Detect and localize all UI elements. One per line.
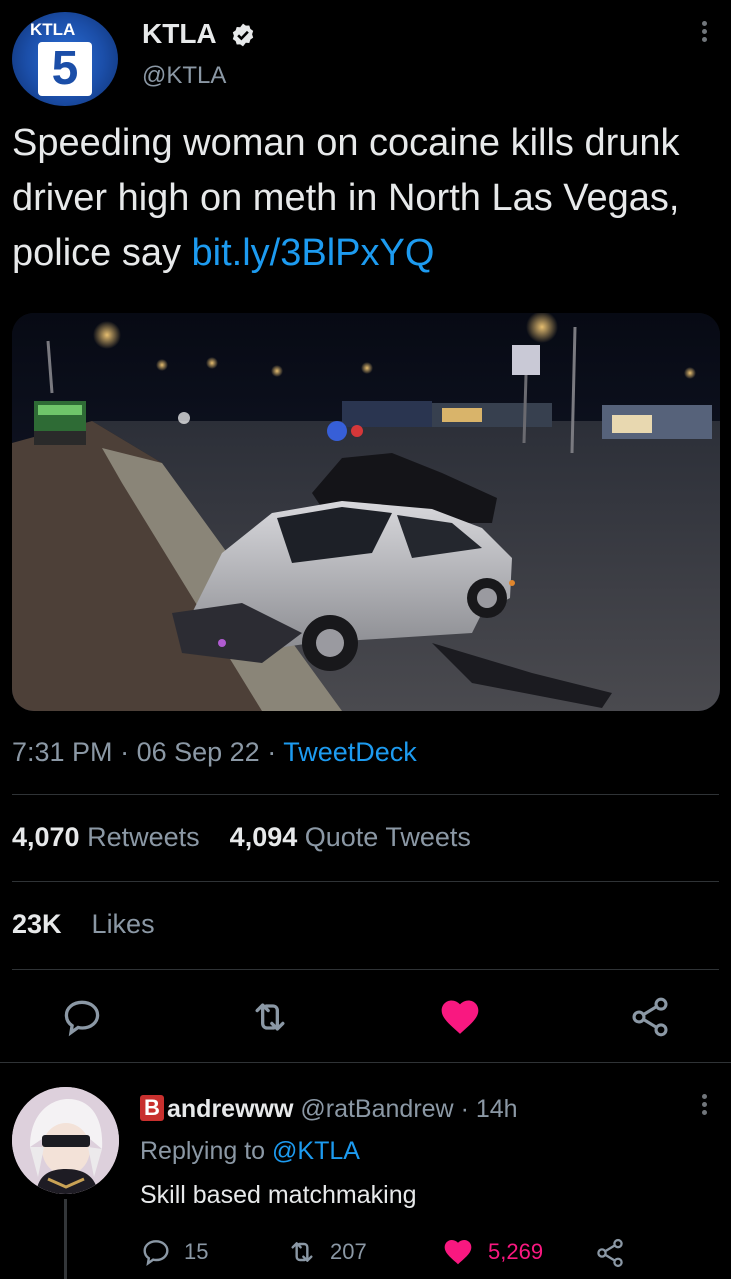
replying-to-handle[interactable]: @KTLA — [272, 1137, 360, 1165]
tweet-timestamp[interactable]: 7:31 PM · 06 Sep 22 · TweetDeck — [12, 737, 417, 768]
quotes-label: Quote Tweets — [304, 822, 471, 852]
tweet-photo[interactable] — [12, 313, 720, 711]
reply-avatar[interactable] — [12, 1087, 119, 1194]
avatar-logo-text: KTLA — [30, 20, 76, 39]
reply-retweet-button[interactable]: 207 — [286, 1235, 367, 1269]
tweet-source[interactable]: TweetDeck — [283, 737, 417, 767]
heart-filled-icon[interactable] — [438, 995, 482, 1039]
avatar-logo-number: 5 — [51, 42, 79, 95]
reply-icon — [143, 1240, 169, 1266]
retweet-quote-stats: 4,070 Retweets 4,094 Quote Tweets — [12, 822, 471, 853]
retweets-count: 4,070 — [12, 822, 80, 852]
retweet-icon[interactable] — [248, 995, 292, 1039]
tweet-header: KTLA 5 KTLA @KTLA — [0, 0, 731, 110]
tweet-date: 06 Sep 22 — [136, 737, 260, 767]
reply-like-count: 5,269 — [488, 1239, 544, 1264]
heart-filled-icon — [444, 1240, 472, 1265]
divider — [12, 794, 719, 795]
likes-count: 23K — [12, 909, 62, 939]
reply-handle[interactable]: @ratBandrew — [300, 1095, 453, 1123]
avatar-logo-box: 5 — [38, 42, 92, 96]
likes-stats: 23K Likes — [12, 909, 155, 940]
tweet-link[interactable]: bit.ly/3BlPxYQ — [192, 232, 435, 274]
share-icon[interactable] — [594, 1237, 626, 1269]
replying-to: Replying to @KTLA — [140, 1137, 360, 1166]
replying-prefix: Replying to — [140, 1137, 266, 1165]
timestamp-separator: · — [267, 737, 277, 767]
reply-more-options-icon[interactable] — [694, 1091, 714, 1125]
reply-display-name[interactable]: andrewww — [167, 1095, 293, 1123]
likes-label: Likes — [91, 909, 155, 939]
reply-tweet[interactable]: Bandrewww @ratBandrew · 14h Replying to … — [0, 1063, 731, 1279]
tweet-action-bar — [0, 985, 731, 1055]
reply-icon[interactable] — [60, 995, 104, 1039]
reply-header: Bandrewww @ratBandrew · 14h — [140, 1095, 518, 1124]
tweet-text: Speeding woman on cocaine kills drunk dr… — [12, 116, 722, 281]
retweets-label: Retweets — [87, 822, 200, 852]
quotes-stat[interactable]: 4,094 Quote Tweets — [230, 822, 471, 852]
reply-reply-count: 15 — [184, 1239, 209, 1264]
thread-line — [64, 1199, 67, 1279]
reply-avatar-image — [12, 1087, 119, 1194]
author-handle[interactable]: @KTLA — [142, 62, 226, 90]
tweet-time: 7:31 PM — [12, 737, 113, 767]
quotes-count: 4,094 — [229, 822, 298, 852]
reply-retweet-count: 207 — [330, 1239, 367, 1264]
divider — [12, 969, 719, 970]
verified-badge-icon — [232, 23, 254, 47]
reply-time[interactable]: 14h — [476, 1095, 518, 1123]
reply-like-button[interactable]: 5,269 — [440, 1235, 543, 1269]
likes-stat[interactable]: 23K Likes — [12, 909, 155, 939]
author-display-name[interactable]: KTLA — [142, 18, 217, 50]
divider — [12, 881, 719, 882]
reply-reply-button[interactable]: 15 — [140, 1235, 208, 1269]
reply-name-badge: B — [140, 1095, 164, 1121]
retweets-stat[interactable]: 4,070 Retweets — [12, 822, 200, 852]
more-options-icon[interactable] — [694, 18, 714, 52]
crash-scene-image — [12, 313, 720, 711]
ktla-avatar[interactable]: KTLA 5 — [12, 12, 118, 106]
share-icon[interactable] — [628, 995, 672, 1039]
reply-text: Skill based matchmaking — [140, 1181, 417, 1209]
retweet-icon — [291, 1242, 313, 1262]
reply-separator: · — [460, 1095, 469, 1123]
timestamp-separator: · — [120, 737, 130, 767]
